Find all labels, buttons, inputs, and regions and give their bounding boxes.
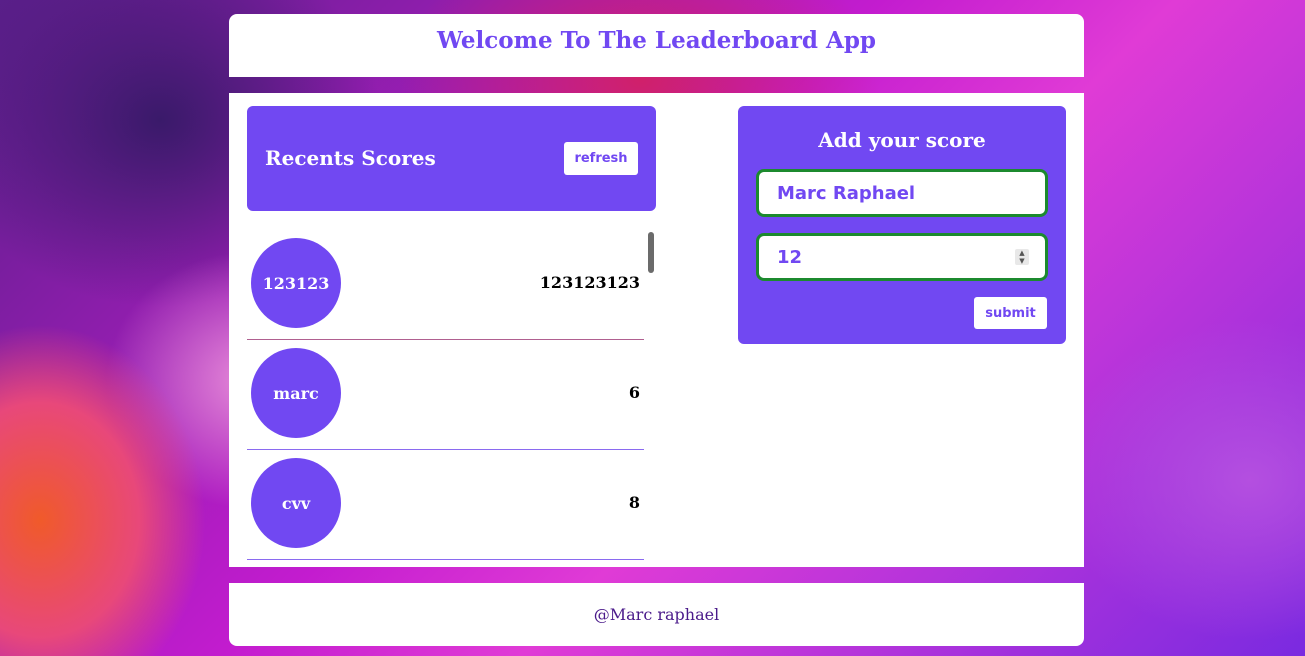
name-input[interactable] — [759, 172, 1007, 214]
recent-scores-header: Recents Scores refresh — [247, 106, 656, 211]
score-row: 123123 123123123 — [247, 230, 644, 340]
score-row: cvv 8 — [247, 450, 644, 560]
scrollbar-thumb[interactable] — [648, 232, 654, 273]
main-panel: Recents Scores refresh 123123 123123123 … — [229, 93, 1084, 567]
refresh-button[interactable]: refresh — [564, 142, 638, 175]
score-field-wrapper: ▲▼ — [756, 233, 1048, 281]
recent-scores-title: Recents Scores — [265, 146, 436, 170]
score-value: 123123123 — [539, 273, 640, 292]
name-field-wrapper — [756, 169, 1048, 217]
user-avatar: marc — [251, 348, 341, 438]
user-avatar: cvv — [251, 458, 341, 548]
add-score-title: Add your score — [818, 128, 986, 152]
page-title: Welcome To The Leaderboard App — [436, 27, 877, 54]
header-panel: Welcome To The Leaderboard App — [229, 14, 1084, 77]
user-avatar: 123123 — [251, 238, 341, 328]
add-score-form: Add your score ▲▼ submit — [738, 106, 1066, 344]
footer-credit: @Marc raphael — [593, 605, 720, 624]
score-input[interactable] — [759, 236, 1007, 278]
number-spinner-icon[interactable]: ▲ ▼ — [1015, 249, 1029, 265]
submit-button[interactable]: submit — [974, 297, 1047, 329]
scores-list[interactable]: 123123 123123123 marc 6 cvv 8 — [247, 230, 656, 567]
score-value: 8 — [628, 493, 640, 512]
score-value: 6 — [628, 383, 640, 402]
score-row: marc 6 — [247, 340, 644, 450]
footer-panel: @Marc raphael — [229, 583, 1084, 646]
